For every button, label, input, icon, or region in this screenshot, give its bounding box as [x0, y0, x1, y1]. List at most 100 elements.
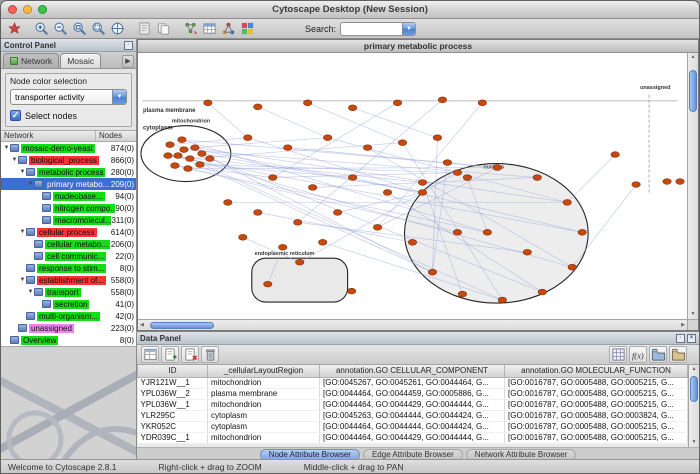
expand-triangle-icon[interactable]: ▼: [3, 145, 10, 151]
table-cell[interactable]: [GO:0016787, GO:0005488, GO:0003824, G..…: [505, 410, 688, 421]
tree-item-macromolecul[interactable]: macromolecul...311(0): [1, 214, 136, 226]
tab-network[interactable]: Network: [3, 53, 59, 68]
vizmapper-icon[interactable]: [238, 20, 257, 37]
table-cell[interactable]: [GO:0016787, GO:0005488, GO:0005215, G..…: [505, 388, 688, 399]
table-cell[interactable]: [GO:0045267, GO:0045261, GO:0044464, G..…: [320, 377, 505, 388]
graph-node[interactable]: [676, 179, 684, 185]
tab-mosaic[interactable]: Mosaic: [60, 53, 101, 68]
table-cell[interactable]: plasma membrane: [208, 388, 320, 399]
graph-node[interactable]: [191, 145, 199, 151]
graph-node[interactable]: [373, 224, 381, 230]
tree-item-nitrogen-compo[interactable]: nitrogen compo...90(0): [1, 202, 136, 214]
graph-node[interactable]: [493, 165, 501, 171]
graph-node[interactable]: [363, 145, 371, 151]
graph-node[interactable]: [171, 163, 179, 169]
hide-selected-icon[interactable]: [135, 20, 154, 37]
expand-triangle-icon[interactable]: ▼: [11, 157, 18, 163]
tree-item-cellular-process[interactable]: ▼cellular process614(0): [1, 226, 136, 238]
expand-triangle-icon[interactable]: ▼: [19, 169, 26, 175]
tree-item-cell-communic[interactable]: cell communic...22(0): [1, 250, 136, 262]
zoom-out-icon[interactable]: [51, 20, 70, 37]
table-cell[interactable]: YKR052C: [138, 421, 208, 432]
graph-edge[interactable]: [208, 103, 248, 138]
graph-edge[interactable]: [288, 148, 498, 168]
float-data-panel-icon[interactable]: ◦: [676, 334, 685, 343]
table-row[interactable]: YKR052Ccytoplasm[GO:0044464, GO:0044444,…: [138, 421, 688, 432]
table-cell[interactable]: YPL036W__2: [138, 388, 208, 399]
tree-item-secretion[interactable]: secretion41(0): [1, 298, 136, 310]
graph-node[interactable]: [244, 135, 252, 141]
graph-node[interactable]: [458, 291, 466, 297]
tree-header-nodes[interactable]: Nodes: [96, 131, 136, 141]
table-row[interactable]: YLR295Ccytoplasm[GO:0045263, GO:0044444,…: [138, 410, 688, 421]
delete-attribute-icon[interactable]: [181, 346, 199, 363]
graph-node[interactable]: [538, 289, 546, 295]
graph-node[interactable]: [269, 175, 277, 181]
scroll-down-icon[interactable]: ▼: [691, 310, 696, 319]
tree-item-cellular-metabo[interactable]: cellular metabo...206(0): [1, 238, 136, 250]
graph-node[interactable]: [533, 175, 541, 181]
expand-triangle-icon[interactable]: ▼: [19, 277, 26, 283]
table-cell[interactable]: mitochondrion: [208, 377, 320, 388]
create-new-attribute-icon[interactable]: [161, 346, 179, 363]
expand-triangle-icon[interactable]: ▼: [27, 181, 34, 187]
graph-node[interactable]: [443, 160, 451, 166]
table-cell[interactable]: [GO:0016787, GO:0005488, GO:0005215, G..…: [505, 432, 688, 443]
graph-node[interactable]: [348, 105, 356, 111]
tree-item-primary-metabo[interactable]: ▼primary metabo...209(0): [1, 178, 136, 190]
tree-item-establishment-of[interactable]: ▼establishment of...558(0): [1, 274, 136, 286]
table-scroll-up-icon[interactable]: ▲: [692, 365, 697, 374]
table-cell[interactable]: cytoplasm: [208, 421, 320, 432]
graph-node[interactable]: [264, 281, 272, 287]
graph-node[interactable]: [333, 210, 341, 216]
table-row[interactable]: YDR039C__1mitochondrion[GO:0044464, GO:0…: [138, 432, 688, 443]
graph-edge[interactable]: [258, 107, 328, 138]
network-canvas[interactable]: plasma membrane cytoplasm mitochondrion …: [138, 53, 687, 319]
scroll-up-icon[interactable]: ▲: [691, 53, 696, 62]
graph-node[interactable]: [206, 156, 214, 162]
graph-node[interactable]: [428, 269, 436, 275]
graph-node[interactable]: [198, 151, 206, 157]
zoom-in-icon[interactable]: [32, 20, 51, 37]
graph-node[interactable]: [184, 166, 192, 172]
search-input[interactable]: ▼: [340, 22, 416, 36]
graph-node[interactable]: [418, 180, 426, 186]
column-header[interactable]: ID: [138, 365, 208, 377]
column-header[interactable]: _cellularLayoutRegion: [208, 365, 320, 377]
column-header[interactable]: annotation.GO CELLULAR_COMPONENT: [320, 365, 505, 377]
close-window-button[interactable]: [8, 5, 17, 14]
dropdown-arrow-icon[interactable]: ▼: [112, 90, 126, 104]
scroll-left-icon[interactable]: ◀: [140, 322, 144, 328]
table-row[interactable]: YPL036W__1mitochondrion[GO:0044464, GO:0…: [138, 399, 688, 410]
tree-header-network[interactable]: Network: [1, 131, 96, 141]
show-whole-network-icon[interactable]: [108, 20, 127, 37]
graph-node[interactable]: [279, 244, 287, 250]
select-attributes-icon[interactable]: [141, 346, 159, 363]
table-row[interactable]: YPL036W__2plasma membrane[GO:0044464, GO…: [138, 388, 688, 399]
tree-item-nucleobase[interactable]: nucleobase...94(0): [1, 190, 136, 202]
graph-node[interactable]: [164, 153, 172, 159]
graph-node[interactable]: [568, 264, 576, 270]
minimize-window-button[interactable]: [23, 5, 32, 14]
table-cell[interactable]: mitochondrion: [208, 399, 320, 410]
graph-node[interactable]: [347, 288, 355, 294]
zoom-selected-icon[interactable]: [70, 20, 89, 37]
table-row[interactable]: YJR121W__1mitochondrion[GO:0045267, GO:0…: [138, 377, 688, 388]
graph-node[interactable]: [348, 175, 356, 181]
table-cell[interactable]: mitochondrion: [208, 432, 320, 443]
export-file-icon[interactable]: [669, 346, 687, 363]
graph-node[interactable]: [611, 152, 619, 158]
build-network-icon[interactable]: [219, 20, 238, 37]
graph-node[interactable]: [578, 229, 586, 235]
table-cell[interactable]: YDR039C__1: [138, 432, 208, 443]
import-attributes-icon[interactable]: [200, 20, 219, 37]
clear-table-icon[interactable]: [201, 346, 219, 363]
graph-node[interactable]: [483, 229, 491, 235]
graph-node[interactable]: [224, 200, 232, 206]
table-cell[interactable]: YJR121W__1: [138, 377, 208, 388]
graph-node[interactable]: [166, 142, 174, 148]
table-cell[interactable]: [GO:0044464, GO:0044459, GO:0005886, G..…: [320, 388, 505, 399]
graph-node[interactable]: [463, 175, 471, 181]
graph-node[interactable]: [453, 170, 461, 176]
tree-item-mosaic-demo-yeast[interactable]: ▼mosaic-demo-yeast874(0): [1, 142, 136, 154]
